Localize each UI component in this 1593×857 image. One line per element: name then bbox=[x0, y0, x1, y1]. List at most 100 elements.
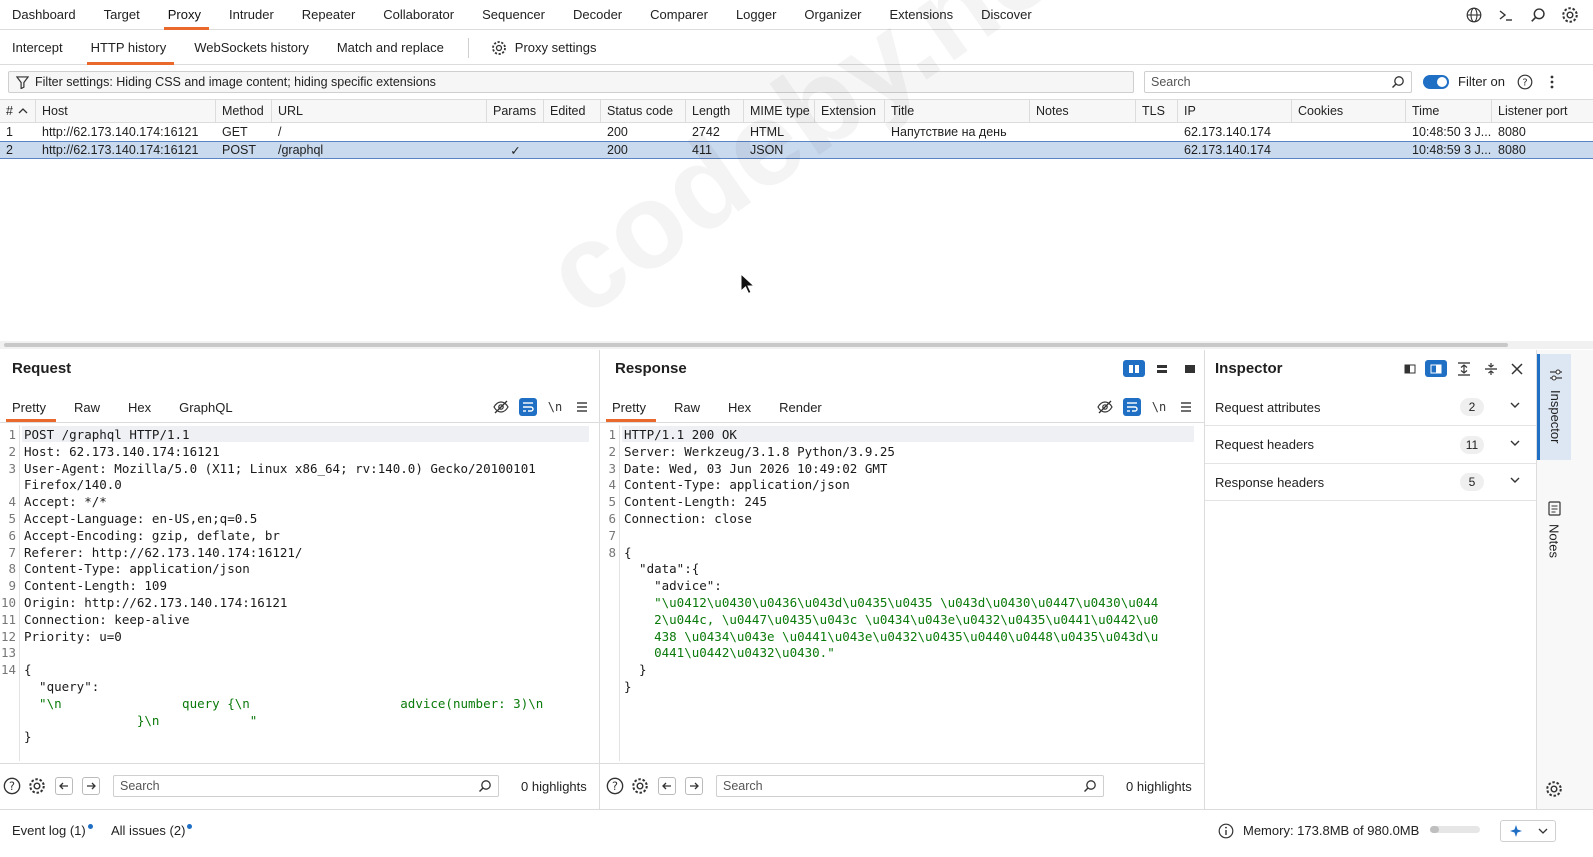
request-tab-graphql[interactable]: GraphQL bbox=[167, 392, 248, 422]
arrow-left-icon[interactable] bbox=[658, 777, 676, 795]
close-icon[interactable] bbox=[1508, 360, 1526, 378]
chevron-down-icon[interactable] bbox=[1509, 474, 1521, 489]
layout-right-icon[interactable] bbox=[1425, 360, 1447, 377]
nav-tab-organizer[interactable]: Organizer bbox=[792, 0, 877, 30]
nav-tab-discover[interactable]: Discover bbox=[969, 0, 1048, 30]
history-search-input[interactable]: Search bbox=[1144, 71, 1412, 93]
ai-assistant-button[interactable] bbox=[1500, 820, 1556, 842]
search-icon[interactable] bbox=[1529, 6, 1547, 24]
response-code-line: } bbox=[624, 679, 632, 696]
nav-tab-repeater[interactable]: Repeater bbox=[290, 0, 371, 30]
table-row[interactable]: 2 http://62.173.140.174:16121 POST/graphql… bbox=[0, 141, 1593, 159]
event-log-link[interactable]: Event log (1) bbox=[12, 823, 93, 838]
hide-icon[interactable] bbox=[1096, 398, 1114, 416]
column-header-listener-port[interactable]: Listener port bbox=[1492, 100, 1593, 122]
inspector-section-response-headers[interactable]: Response headers 5 bbox=[1205, 464, 1536, 501]
filter-settings-bar[interactable]: Filter settings: Hiding CSS and image co… bbox=[8, 71, 1134, 93]
column-header-ip[interactable]: IP bbox=[1178, 100, 1292, 122]
single-view-icon[interactable] bbox=[1179, 360, 1201, 377]
chevron-down-icon[interactable] bbox=[1509, 399, 1521, 414]
arrow-right-icon[interactable] bbox=[82, 777, 100, 795]
nav-tab-collaborator[interactable]: Collaborator bbox=[371, 0, 470, 30]
subnav-tab-intercept[interactable]: Intercept bbox=[0, 31, 79, 65]
word-wrap-icon[interactable] bbox=[519, 398, 537, 416]
request-code-line: }\n " bbox=[24, 713, 257, 730]
column-header-time[interactable]: Time bbox=[1406, 100, 1492, 122]
response-tab-render[interactable]: Render bbox=[767, 392, 838, 422]
request-code-line: Content-Type: application/json bbox=[24, 561, 250, 578]
hide-icon[interactable] bbox=[492, 398, 510, 416]
nav-tab-sequencer[interactable]: Sequencer bbox=[470, 0, 561, 30]
gear-icon[interactable] bbox=[28, 777, 46, 795]
request-tab-pretty[interactable]: Pretty bbox=[0, 392, 62, 422]
request-search-input[interactable]: Search bbox=[113, 775, 499, 797]
newline-icon[interactable]: \n bbox=[1150, 398, 1168, 416]
gear-icon[interactable] bbox=[631, 777, 649, 795]
help-icon[interactable]: ? bbox=[1516, 73, 1534, 91]
menu-icon[interactable] bbox=[1177, 398, 1195, 416]
help-icon[interactable]: ? bbox=[3, 777, 21, 795]
subnav-tab-websockets-history[interactable]: WebSockets history bbox=[182, 31, 325, 65]
svg-text:?: ? bbox=[9, 780, 15, 793]
globe-icon[interactable] bbox=[1465, 6, 1483, 24]
nav-tab-proxy[interactable]: Proxy bbox=[156, 0, 217, 30]
column-header-mime-type[interactable]: MIME type bbox=[744, 100, 815, 122]
column-header-params[interactable]: Params bbox=[487, 100, 544, 122]
terminal-icon[interactable] bbox=[1497, 6, 1515, 24]
response-tab-raw[interactable]: Raw bbox=[662, 392, 716, 422]
request-code-text: Accept-Encoding: gzip, deflate, br bbox=[24, 527, 280, 543]
column-header-notes[interactable]: Notes bbox=[1030, 100, 1136, 122]
inspector-section-request-attributes[interactable]: Request attributes 2 bbox=[1205, 389, 1536, 426]
column-header-length[interactable]: Length bbox=[686, 100, 744, 122]
response-tab-pretty[interactable]: Pretty bbox=[600, 392, 662, 422]
nav-tab-target[interactable]: Target bbox=[92, 0, 156, 30]
collapse-all-icon[interactable] bbox=[1482, 360, 1500, 378]
column-header-tls[interactable]: TLS bbox=[1136, 100, 1178, 122]
subnav-tab-match-and-replace[interactable]: Match and replace bbox=[325, 31, 460, 65]
expand-all-icon[interactable] bbox=[1455, 360, 1473, 378]
filter-on-toggle[interactable] bbox=[1423, 75, 1449, 89]
request-code-line: User-Agent: Mozilla/5.0 (X11; Linux x86_… bbox=[24, 461, 536, 478]
column-header-title[interactable]: Title bbox=[885, 100, 1030, 122]
response-code-text: 0441\u0442\u0432\u0430." bbox=[624, 645, 835, 661]
help-icon[interactable]: ? bbox=[606, 777, 624, 795]
request-tab-raw[interactable]: Raw bbox=[62, 392, 116, 422]
column-header-status-code[interactable]: Status code bbox=[601, 100, 686, 122]
column-header-host[interactable]: Host bbox=[36, 100, 216, 122]
newline-icon[interactable]: \n bbox=[546, 398, 564, 416]
column-header-extension[interactable]: Extension bbox=[815, 100, 885, 122]
split-horizontal-icon[interactable] bbox=[1123, 360, 1145, 377]
more-options-icon[interactable] bbox=[1543, 73, 1561, 91]
sidebar-tab-inspector[interactable]: Inspector bbox=[1537, 354, 1571, 460]
sidebar-tab-notes[interactable]: Notes bbox=[1537, 495, 1571, 575]
request-tab-hex[interactable]: Hex bbox=[116, 392, 167, 422]
column-header-method[interactable]: Method bbox=[216, 100, 272, 122]
inspector-section-request-headers[interactable]: Request headers 11 bbox=[1205, 427, 1536, 464]
nav-tab-intruder[interactable]: Intruder bbox=[217, 0, 290, 30]
gear-icon[interactable] bbox=[1561, 6, 1579, 24]
menu-icon[interactable] bbox=[573, 398, 591, 416]
arrow-left-icon[interactable] bbox=[55, 777, 73, 795]
sidebar-tab-notes-label: Notes bbox=[1546, 524, 1562, 558]
all-issues-link[interactable]: All issues (2) bbox=[111, 823, 193, 838]
table-horizontal-scrollbar[interactable] bbox=[0, 341, 1593, 349]
arrow-right-icon[interactable] bbox=[685, 777, 703, 795]
nav-tab-dashboard[interactable]: Dashboard bbox=[0, 0, 92, 30]
split-vertical-icon[interactable] bbox=[1151, 360, 1173, 377]
column-header-edited[interactable]: Edited bbox=[544, 100, 601, 122]
chevron-down-icon[interactable] bbox=[1509, 437, 1521, 452]
nav-tab-logger[interactable]: Logger bbox=[724, 0, 792, 30]
nav-tab-comparer[interactable]: Comparer bbox=[638, 0, 724, 30]
column-header-url[interactable]: URL bbox=[272, 100, 487, 122]
table-row[interactable]: 1 http://62.173.140.174:16121 GET / 200 2742 H… bbox=[0, 123, 1593, 141]
layout-left-icon[interactable] bbox=[1399, 360, 1421, 377]
word-wrap-icon[interactable] bbox=[1123, 398, 1141, 416]
gear-icon[interactable] bbox=[1545, 780, 1563, 798]
nav-tab-decoder[interactable]: Decoder bbox=[561, 0, 638, 30]
subnav-tab-http-history[interactable]: HTTP history bbox=[79, 31, 183, 65]
column-header-cookies[interactable]: Cookies bbox=[1292, 100, 1406, 122]
proxy-settings-button[interactable]: Proxy settings bbox=[479, 31, 613, 65]
nav-tab-extensions[interactable]: Extensions bbox=[878, 0, 970, 30]
response-tab-hex[interactable]: Hex bbox=[716, 392, 767, 422]
response-search-input[interactable]: Search bbox=[716, 775, 1104, 797]
